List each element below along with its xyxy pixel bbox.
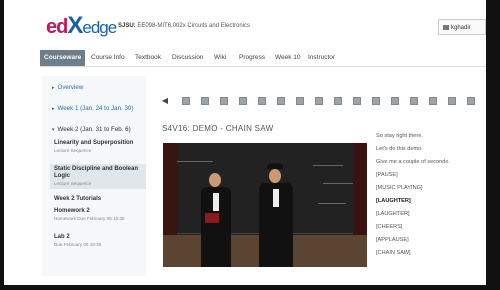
lab-2[interactable]: Lab 2 Due February 06 18:30 (54, 234, 140, 248)
sequence-item[interactable] (201, 97, 209, 105)
site-header: edXedge SJSU: EE098-MIT6.002x Circuits a… (4, 8, 486, 44)
transcript-line[interactable]: [PAUSE] (376, 172, 398, 179)
chalk-writing (323, 183, 357, 184)
sidebar-week-1[interactable]: ▸ Week 1 (Jan. 24 to Jan. 30) (52, 105, 133, 112)
course-tabs: Courseware Course Info Textbook Discussi… (40, 48, 486, 67)
border-right (486, 0, 500, 290)
user-menu[interactable]: kghadir (438, 19, 486, 35)
presenter-left-head (209, 173, 221, 187)
logo-ed: ed (46, 16, 68, 38)
chalk-writing (173, 161, 213, 162)
homework-title: Homework 2 (54, 208, 90, 214)
courseware-sidebar: ▸ Overview ▸ Week 1 (Jan. 24 to Jan. 30) ▾… (42, 76, 146, 276)
logo-edge: edge (82, 18, 117, 37)
transcript-line[interactable]: Let's do this demo. (376, 146, 423, 153)
sequence-item[interactable] (467, 97, 475, 105)
username: kghadir (451, 25, 471, 31)
sequence-item[interactable] (315, 97, 323, 105)
presenter-left-shirt (213, 193, 219, 211)
lesson-title: Static Discipline and Boolean Logic (54, 166, 139, 179)
transcript-panel[interactable]: So stay right there. Let's do this demo.… (376, 133, 476, 273)
course-name: EE098-MIT6.002x Circuits and Electronics (137, 23, 251, 29)
presenter-right-shirt (273, 189, 279, 207)
course-code: SJSU: (118, 23, 136, 29)
sequence-item[interactable] (391, 97, 399, 105)
sequence-item[interactable] (334, 97, 342, 105)
chalk-writing (313, 165, 343, 166)
transcript-line[interactable]: [CHEERS] (376, 224, 402, 231)
sequence-item[interactable] (220, 97, 228, 105)
sequence-nav: ◀ (160, 92, 490, 110)
sidebar-overview[interactable]: ▸ Overview (52, 84, 83, 91)
sidebar-week-2-label: Week 2 (Jan. 31 to Feb. 6) (57, 126, 131, 133)
sequence-item[interactable] (239, 97, 247, 105)
sequence-item[interactable] (410, 97, 418, 105)
homework-due: Homework Due February 06 18:30 (54, 216, 125, 221)
logo-x: X (67, 12, 83, 39)
transcript-line[interactable]: So stay right there. (376, 133, 423, 140)
tab-course-info[interactable]: Course Info (87, 50, 129, 66)
homework-2[interactable]: Homework 2 Homework Due February 06 18:3… (54, 208, 140, 222)
sequence-item[interactable] (258, 97, 266, 105)
sequence-item[interactable] (296, 97, 304, 105)
transcript-line[interactable]: [MUSIC PLAYING] (376, 185, 423, 192)
sequence-item[interactable] (277, 97, 285, 105)
unit-title: S4V16: DEMO - CHAIN SAW (162, 124, 274, 133)
transcript-line[interactable]: [LAUGHTER] (376, 211, 410, 218)
sequence-item[interactable] (182, 97, 190, 105)
tab-instructor[interactable]: Instructor (304, 50, 339, 66)
transcript-line[interactable]: [APPLAUSE] (376, 237, 409, 244)
sidebar-overview-label: Overview (57, 84, 84, 91)
sequence-item[interactable] (448, 97, 456, 105)
tab-courseware[interactable]: Courseware (40, 50, 86, 66)
edx-edge-logo[interactable]: edXedge (46, 12, 117, 40)
course-title: SJSU: EE098-MIT6.002x Circuits and Elect… (118, 23, 250, 29)
chalk-writing (318, 203, 346, 204)
tab-textbook[interactable]: Textbook (131, 50, 165, 66)
sequence-prev-icon[interactable]: ◀ (160, 94, 170, 108)
collapsed-arrow-icon: ▸ (52, 106, 55, 112)
lesson-static-discipline[interactable]: Static Discipline and Boolean Logic Lect… (50, 164, 146, 189)
chain-saw (205, 213, 219, 223)
expanded-arrow-icon: ▾ (52, 127, 55, 133)
tab-progress[interactable]: Progress (235, 50, 269, 66)
lab-title: Lab 2 (54, 234, 70, 240)
presenter-right-head (269, 169, 281, 183)
tab-week-10[interactable]: Week 10 (271, 50, 305, 66)
sidebar-week-1-label: Week 1 (Jan. 24 to Jan. 30) (57, 105, 134, 112)
tab-discussion[interactable]: Discussion (168, 50, 207, 66)
lesson-linearity[interactable]: Linearity and Superposition Lecture Sequ… (54, 140, 134, 154)
sidebar-week-2[interactable]: ▾ Week 2 (Jan. 31 to Feb. 6) (52, 126, 131, 133)
screenshot-frame: edXedge SJSU: EE098-MIT6.002x Circuits a… (0, 0, 500, 290)
border-bottom (0, 285, 500, 290)
sequence-item[interactable] (353, 97, 361, 105)
lesson-type: Lecture Sequence (54, 148, 92, 153)
week-2-tutorials[interactable]: Week 2 Tutorials (54, 196, 101, 203)
lab-due: Due February 06 18:30 (54, 242, 102, 247)
collapsed-arrow-icon: ▸ (52, 85, 55, 91)
tab-wiki[interactable]: Wiki (210, 50, 230, 66)
home-icon (443, 24, 449, 30)
sequence-item[interactable] (429, 97, 437, 105)
lesson-title: Linearity and Superposition (54, 140, 134, 146)
sequence-item[interactable] (372, 97, 380, 105)
transcript-line[interactable]: Give me a couple of seconds. (376, 159, 450, 166)
lesson-type: Lecture Sequence (54, 181, 92, 186)
transcript-line-current[interactable]: [LAUGHTER] (376, 198, 411, 205)
transcript-line[interactable]: [CHAIN SAW] (376, 250, 411, 257)
video-player[interactable] (163, 143, 367, 267)
